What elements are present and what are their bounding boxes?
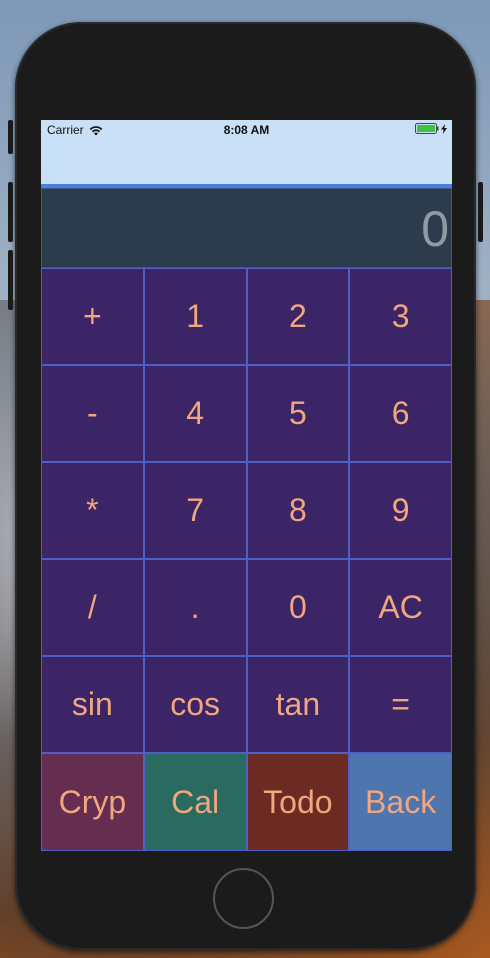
battery-icon xyxy=(415,123,439,134)
key-minus[interactable]: - xyxy=(41,365,144,462)
navigation-bar xyxy=(41,140,452,184)
key-2[interactable]: 2 xyxy=(246,268,350,365)
key-0[interactable]: 0 xyxy=(246,559,350,656)
key-equals[interactable]: = xyxy=(349,656,452,753)
key-6[interactable]: 6 xyxy=(349,365,452,462)
key-divide[interactable]: / xyxy=(41,559,144,656)
key-clear[interactable]: AC xyxy=(349,559,452,656)
key-decimal[interactable]: . xyxy=(143,559,247,656)
home-button[interactable] xyxy=(213,868,274,929)
key-8[interactable]: 8 xyxy=(246,462,350,559)
key-7[interactable]: 7 xyxy=(143,462,247,559)
todo-button[interactable]: Todo xyxy=(246,753,350,851)
keypad: + 1 2 3 - 4 5 6 * 7 8 9 / . 0 AC sin cos… xyxy=(41,268,452,753)
key-cos[interactable]: cos xyxy=(143,656,247,753)
status-bar: Carrier 8:08 AM xyxy=(41,120,452,140)
app-screen: Carrier 8:08 AM 0 + 1 2 3 - 4 5 6 * 7 8 … xyxy=(41,120,452,851)
key-4[interactable]: 4 xyxy=(143,365,247,462)
cal-button[interactable]: Cal xyxy=(143,753,247,851)
cryp-button[interactable]: Cryp xyxy=(41,753,144,851)
charging-bolt-icon xyxy=(441,123,447,134)
clock: 8:08 AM xyxy=(223,123,270,137)
key-tan[interactable]: tan xyxy=(246,656,350,753)
key-multiply[interactable]: * xyxy=(41,462,144,559)
key-5[interactable]: 5 xyxy=(246,365,350,462)
key-9[interactable]: 9 xyxy=(349,462,452,559)
volume-up-button xyxy=(8,182,13,242)
bottom-nav: Cryp Cal Todo Back xyxy=(41,753,452,851)
volume-down-button xyxy=(8,250,13,310)
power-button xyxy=(478,182,483,242)
key-3[interactable]: 3 xyxy=(349,268,452,365)
calculator-display: 0 xyxy=(41,188,452,268)
key-sin[interactable]: sin xyxy=(41,656,144,753)
key-plus[interactable]: + xyxy=(41,268,144,365)
back-button[interactable]: Back xyxy=(349,753,452,851)
key-1[interactable]: 1 xyxy=(143,268,247,365)
mute-switch xyxy=(8,120,13,154)
battery-indicator xyxy=(415,123,447,134)
